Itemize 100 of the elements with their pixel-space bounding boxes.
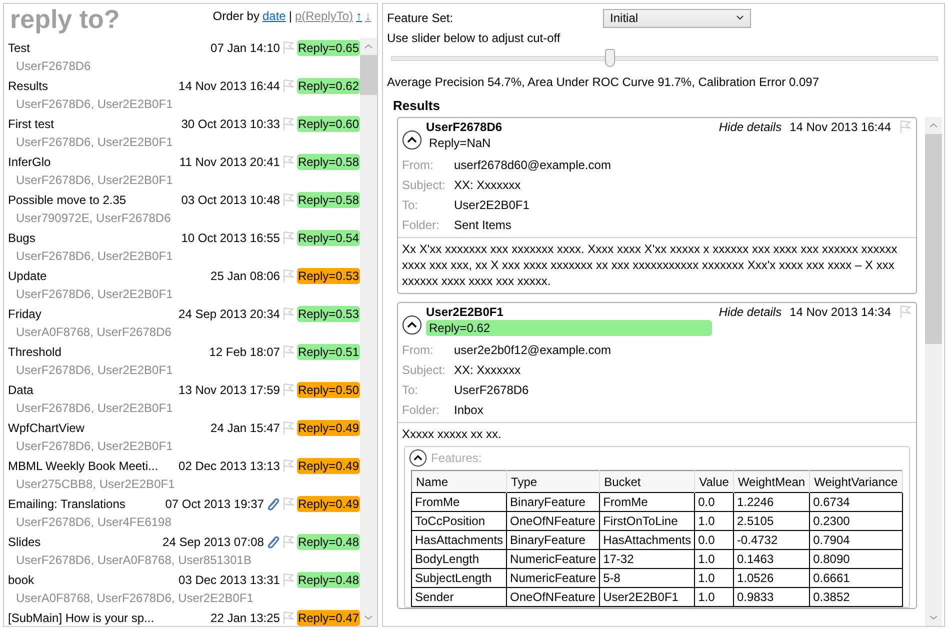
message-subject[interactable]: MBML Weekly Book Meeti... <box>8 458 177 472</box>
sort-ascending-link[interactable]: ↑ <box>356 9 362 23</box>
table-cell: FromMe <box>412 492 507 512</box>
column-header[interactable]: WeightVariance <box>810 470 902 492</box>
message-subject[interactable]: Slides <box>8 534 161 548</box>
flag-icon[interactable] <box>282 154 295 168</box>
hide-details-link[interactable]: Hide details <box>718 305 782 319</box>
column-header[interactable]: Bucket <box>600 470 695 492</box>
message-date: 14 Nov 2013 16:44 <box>178 78 280 92</box>
cutoff-slider[interactable] <box>391 48 938 68</box>
message-subject[interactable]: InferGlo <box>8 154 178 168</box>
table-cell: 1.0526 <box>733 568 810 588</box>
table-cell: 0.6661 <box>810 568 902 588</box>
reply-score: Reply=0.47 <box>296 610 360 626</box>
message-date: 07 Jan 14:10 <box>210 40 280 54</box>
field-value: User2E2B0F1 <box>453 197 530 214</box>
reply-score: Reply=0.65 <box>296 40 360 56</box>
column-header[interactable]: Type <box>506 470 600 492</box>
slider-thumb[interactable] <box>604 49 615 67</box>
feature-set-dropdown[interactable]: Initial <box>603 8 752 28</box>
column-header[interactable]: WeightMean <box>733 470 810 492</box>
message-date: 07 Oct 2013 19:37 <box>165 496 264 510</box>
flag-icon[interactable] <box>282 192 295 206</box>
table-cell: HasAttachments <box>600 530 695 550</box>
flag-icon[interactable] <box>282 268 295 282</box>
field-label: Subject: <box>402 362 446 379</box>
flag-icon[interactable] <box>282 534 295 548</box>
field-label: From: <box>402 157 434 174</box>
flag-icon[interactable] <box>899 120 912 134</box>
message-subject[interactable]: Threshold <box>8 344 208 358</box>
flag-icon[interactable] <box>282 230 295 244</box>
flag-icon[interactable] <box>282 458 295 472</box>
message-recipients: UserF2678D6, UserA0F8768, User851301B <box>15 552 252 569</box>
field-label: Folder: <box>402 402 440 419</box>
scroll-thumb[interactable] <box>360 55 377 95</box>
message-subject[interactable]: [SubMain] How is your sp... <box>8 610 209 624</box>
collapse-icon[interactable] <box>402 130 422 150</box>
message-date: 12 Feb 18:07 <box>209 344 280 358</box>
sort-descending-link[interactable]: ↓ <box>365 9 371 23</box>
message-subject[interactable]: WpfChartView <box>8 420 209 434</box>
table-cell: 0.1463 <box>733 550 810 568</box>
message-date: 03 Dec 2013 13:31 <box>178 572 280 586</box>
flag-icon[interactable] <box>282 344 295 358</box>
column-header[interactable]: Name <box>412 470 507 492</box>
table-cell: 0.6734 <box>810 492 902 512</box>
table-cell: 1.2246 <box>733 492 810 512</box>
column-header[interactable]: Value <box>694 470 734 492</box>
table-cell: HasAttachments <box>412 530 507 550</box>
reply-score: Reply=0.58 <box>296 192 360 208</box>
field-value: Inbox <box>453 402 484 419</box>
message-recipients: UserF2678D6, User2E2B0F1 <box>15 248 174 265</box>
message-subject[interactable]: First test <box>8 116 180 130</box>
message-subject[interactable]: Data <box>8 382 177 396</box>
field-label: To: <box>402 382 420 399</box>
scroll-thumb[interactable] <box>925 134 942 344</box>
collapse-icon[interactable] <box>409 449 427 467</box>
message-subject[interactable]: Friday <box>8 306 177 320</box>
collapse-icon[interactable] <box>402 315 422 335</box>
field-label: Folder: <box>402 217 440 234</box>
scrollbar[interactable] <box>360 38 377 626</box>
table-cell: 2.5105 <box>733 512 810 530</box>
message-recipients: UserA0F8768, UserF2678D6, User2E2B0F1 <box>15 590 254 607</box>
flag-icon[interactable] <box>899 305 912 319</box>
sort-link[interactable]: p(ReplyTo) <box>294 9 353 23</box>
table-cell: 0.8090 <box>810 550 902 568</box>
message-date: 11 Nov 2013 20:41 <box>179 154 280 168</box>
message-recipients: UserF2678D6, User2E2B0F1 <box>15 172 174 189</box>
sort-link[interactable]: date <box>262 9 286 23</box>
flag-icon[interactable] <box>282 40 295 54</box>
message-subject[interactable]: book <box>8 572 177 586</box>
flag-icon[interactable] <box>282 572 295 586</box>
paperclip-icon <box>266 534 280 548</box>
flag-icon[interactable] <box>282 78 295 92</box>
table-cell: 1.0 <box>694 512 734 530</box>
hide-details-link[interactable]: Hide details <box>718 120 782 134</box>
flag-icon[interactable] <box>282 116 295 130</box>
message-subject[interactable]: Possible move to 2.35 <box>8 192 180 206</box>
app-title: reply to? <box>10 4 120 34</box>
message-subject[interactable]: Bugs <box>8 230 180 244</box>
scrollbar[interactable] <box>925 117 942 626</box>
message-subject[interactable]: Results <box>8 78 177 92</box>
reply-score: Reply=0.48 <box>296 572 360 588</box>
flag-icon[interactable] <box>282 420 295 434</box>
message-recipients: User275CBB8, User2E2B0F1 <box>15 476 176 493</box>
flag-icon[interactable] <box>282 306 295 320</box>
message-recipients: UserF2678D6, User2E2B0F1 <box>15 96 174 113</box>
message-subject[interactable]: Test <box>8 40 209 54</box>
message-subject[interactable]: Emailing: Translations <box>8 496 164 510</box>
table-cell: SubjectLength <box>412 568 507 588</box>
sender-name: User2E2B0F1 <box>426 305 504 319</box>
flag-icon[interactable] <box>282 496 295 510</box>
flag-icon[interactable] <box>282 382 295 396</box>
flag-icon[interactable] <box>282 610 295 624</box>
message-date: 03 Oct 2013 10:48 <box>181 192 280 206</box>
message-date: 13 Nov 2013 17:59 <box>178 382 280 396</box>
table-cell: FirstOnToLine <box>600 512 695 530</box>
table-cell: ToCcPosition <box>412 512 507 530</box>
message-subject[interactable]: Update <box>8 268 209 282</box>
table-cell: 0.2300 <box>810 512 902 530</box>
metrics-text: Average Precision 54.7%, Area Under ROC Curve 91.7%, Calibration Error 0.097 <box>387 75 819 89</box>
